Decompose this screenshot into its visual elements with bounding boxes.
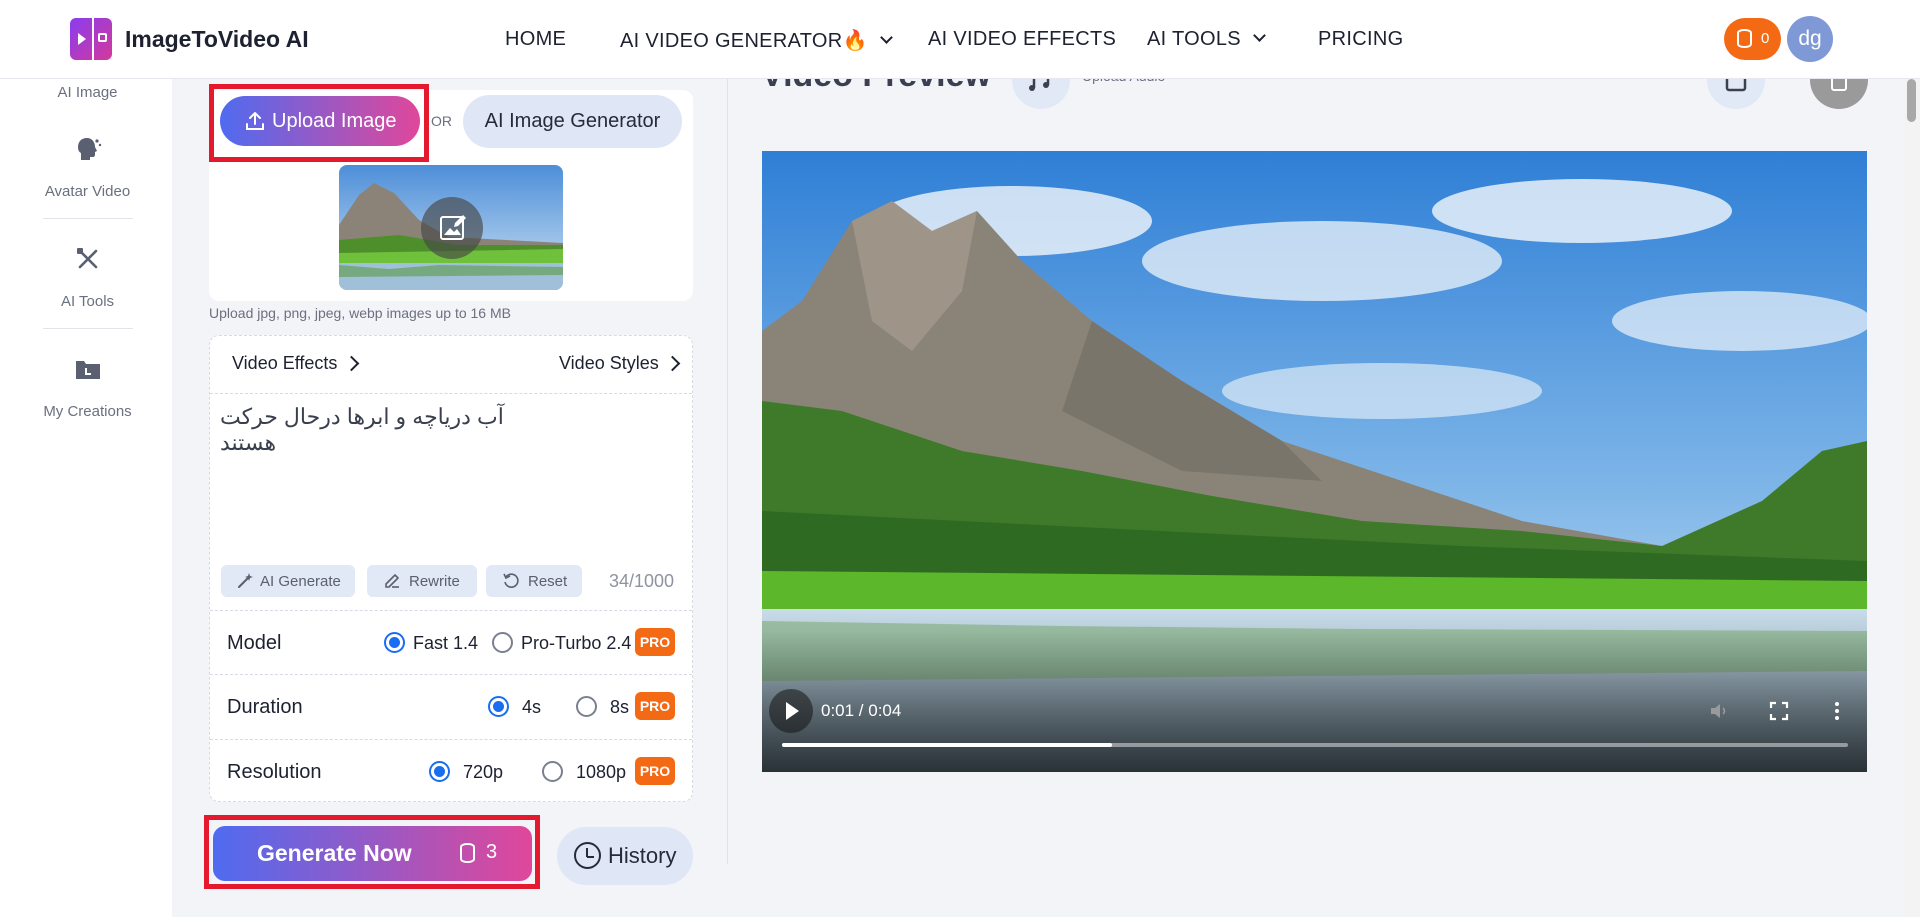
character-counter: 34/1000 bbox=[609, 571, 675, 591]
upload-hint-text: Upload jpg, png, jpeg, webp images up to… bbox=[209, 305, 511, 321]
ai-image-generator-button[interactable]: AI Image Generator bbox=[463, 95, 682, 148]
edit-image-icon[interactable] bbox=[421, 197, 483, 259]
sidebar-item-ai-image[interactable]: AI Image bbox=[0, 84, 175, 101]
radio-resolution-720p[interactable] bbox=[429, 761, 450, 782]
generate-highlight-box bbox=[204, 815, 540, 889]
model-fast-label[interactable]: Fast 1.4 bbox=[413, 633, 478, 654]
reset-icon bbox=[503, 573, 519, 588]
radio-model-fast[interactable] bbox=[384, 632, 405, 653]
duration-8s-label[interactable]: 8s bbox=[610, 697, 629, 718]
duration-label: Duration bbox=[227, 696, 303, 718]
logo-icon[interactable] bbox=[70, 18, 112, 60]
volume-icon[interactable] bbox=[1708, 699, 1732, 723]
ai-generate-label: AI Generate bbox=[260, 573, 341, 590]
tab-video-styles[interactable]: Video Styles bbox=[559, 353, 659, 374]
nav-ai-video-effects[interactable]: AI VIDEO EFFECTS bbox=[928, 28, 1116, 51]
nav-ai-tools[interactable]: AI TOOLS bbox=[1147, 28, 1266, 51]
nav-pricing[interactable]: PRICING bbox=[1318, 28, 1403, 51]
sidebar-item-my-creations[interactable]: My Creations bbox=[0, 403, 175, 420]
resolution-720p-label[interactable]: 720p bbox=[463, 762, 503, 783]
or-separator: OR bbox=[431, 113, 452, 129]
more-options-icon[interactable] bbox=[1825, 699, 1849, 723]
nav-ai-tools-label: AI TOOLS bbox=[1147, 28, 1241, 50]
fullscreen-icon[interactable] bbox=[1767, 699, 1791, 723]
reset-button[interactable]: Reset bbox=[486, 565, 582, 597]
radio-resolution-1080p[interactable] bbox=[542, 761, 563, 782]
resolution-1080p-label[interactable]: 1080p bbox=[576, 762, 626, 783]
upload-highlight-box bbox=[209, 84, 429, 162]
radio-model-pro-turbo[interactable] bbox=[492, 632, 513, 653]
left-sidebar: AI Image Avatar Video AI Tools My Creati… bbox=[0, 79, 172, 917]
nav-home-label: HOME bbox=[505, 28, 567, 50]
nav-ai-video-generator[interactable]: AI VIDEO GENERATOR🔥 bbox=[620, 28, 893, 53]
tools-icon[interactable] bbox=[74, 245, 102, 273]
reset-label: Reset bbox=[528, 573, 568, 590]
video-player[interactable]: 0:01 / 0:04 bbox=[762, 151, 1867, 772]
model-label: Model bbox=[227, 632, 282, 654]
history-button[interactable]: History bbox=[557, 827, 693, 885]
credits-count: 0 bbox=[1761, 30, 1770, 47]
duration-4s-label[interactable]: 4s bbox=[522, 697, 541, 718]
divider bbox=[210, 674, 692, 675]
brand-name[interactable]: ImageToVideo AI bbox=[125, 26, 309, 53]
nav-ai-video-effects-label: AI VIDEO EFFECTS bbox=[928, 28, 1117, 50]
database-icon bbox=[1737, 29, 1752, 48]
play-button[interactable] bbox=[769, 689, 813, 733]
page-scrollbar[interactable] bbox=[1903, 79, 1920, 917]
rewrite-label: Rewrite bbox=[409, 573, 460, 590]
divider bbox=[210, 610, 692, 611]
radio-duration-8s[interactable] bbox=[576, 696, 597, 717]
radio-duration-4s[interactable] bbox=[488, 696, 509, 717]
credits-badge[interactable]: 0 bbox=[1724, 18, 1781, 60]
divider bbox=[210, 739, 692, 740]
resolution-label: Resolution bbox=[227, 761, 322, 783]
pencil-icon bbox=[385, 574, 399, 588]
chevron-down-icon bbox=[879, 31, 893, 44]
chevron-down-icon bbox=[1253, 29, 1266, 42]
pro-badge: PRO bbox=[635, 757, 675, 785]
video-progress-bar[interactable] bbox=[782, 743, 1848, 747]
rewrite-button[interactable]: Rewrite bbox=[367, 565, 477, 597]
top-header: ImageToVideo AI HOME AI VIDEO GENERATOR🔥… bbox=[0, 0, 1920, 79]
column-divider bbox=[727, 79, 728, 864]
video-frame-landscape bbox=[762, 151, 1867, 772]
nav-pricing-label: PRICING bbox=[1318, 28, 1404, 50]
clock-icon bbox=[574, 842, 601, 869]
model-pro-turbo-label[interactable]: Pro-Turbo 2.4 bbox=[521, 633, 631, 654]
sidebar-item-avatar-video[interactable]: Avatar Video bbox=[0, 183, 175, 200]
history-label: History bbox=[608, 843, 677, 868]
nav-ai-video-generator-label: AI VIDEO GENERATOR🔥 bbox=[620, 30, 868, 52]
pro-badge: PRO bbox=[635, 692, 675, 720]
folder-icon[interactable] bbox=[74, 355, 102, 383]
nav-home[interactable]: HOME bbox=[505, 28, 566, 51]
video-progress-fill bbox=[782, 743, 1113, 747]
avatar[interactable]: dg bbox=[1787, 16, 1833, 62]
ai-generate-button[interactable]: AI Generate bbox=[221, 565, 355, 597]
video-time: 0:01 / 0:04 bbox=[821, 701, 902, 720]
prompt-textarea[interactable]: آب دریاچه و ابرها درحال حرکت هستند bbox=[220, 404, 566, 456]
avatar-head-icon[interactable] bbox=[74, 135, 102, 163]
tab-video-effects[interactable]: Video Effects bbox=[232, 353, 337, 374]
sidebar-divider bbox=[43, 328, 133, 329]
sidebar-divider bbox=[43, 218, 133, 219]
divider bbox=[210, 393, 692, 394]
pro-badge: PRO bbox=[635, 628, 675, 656]
scrollbar-thumb[interactable] bbox=[1907, 79, 1916, 122]
sidebar-item-ai-tools[interactable]: AI Tools bbox=[0, 293, 175, 310]
magic-wand-icon bbox=[238, 573, 253, 588]
